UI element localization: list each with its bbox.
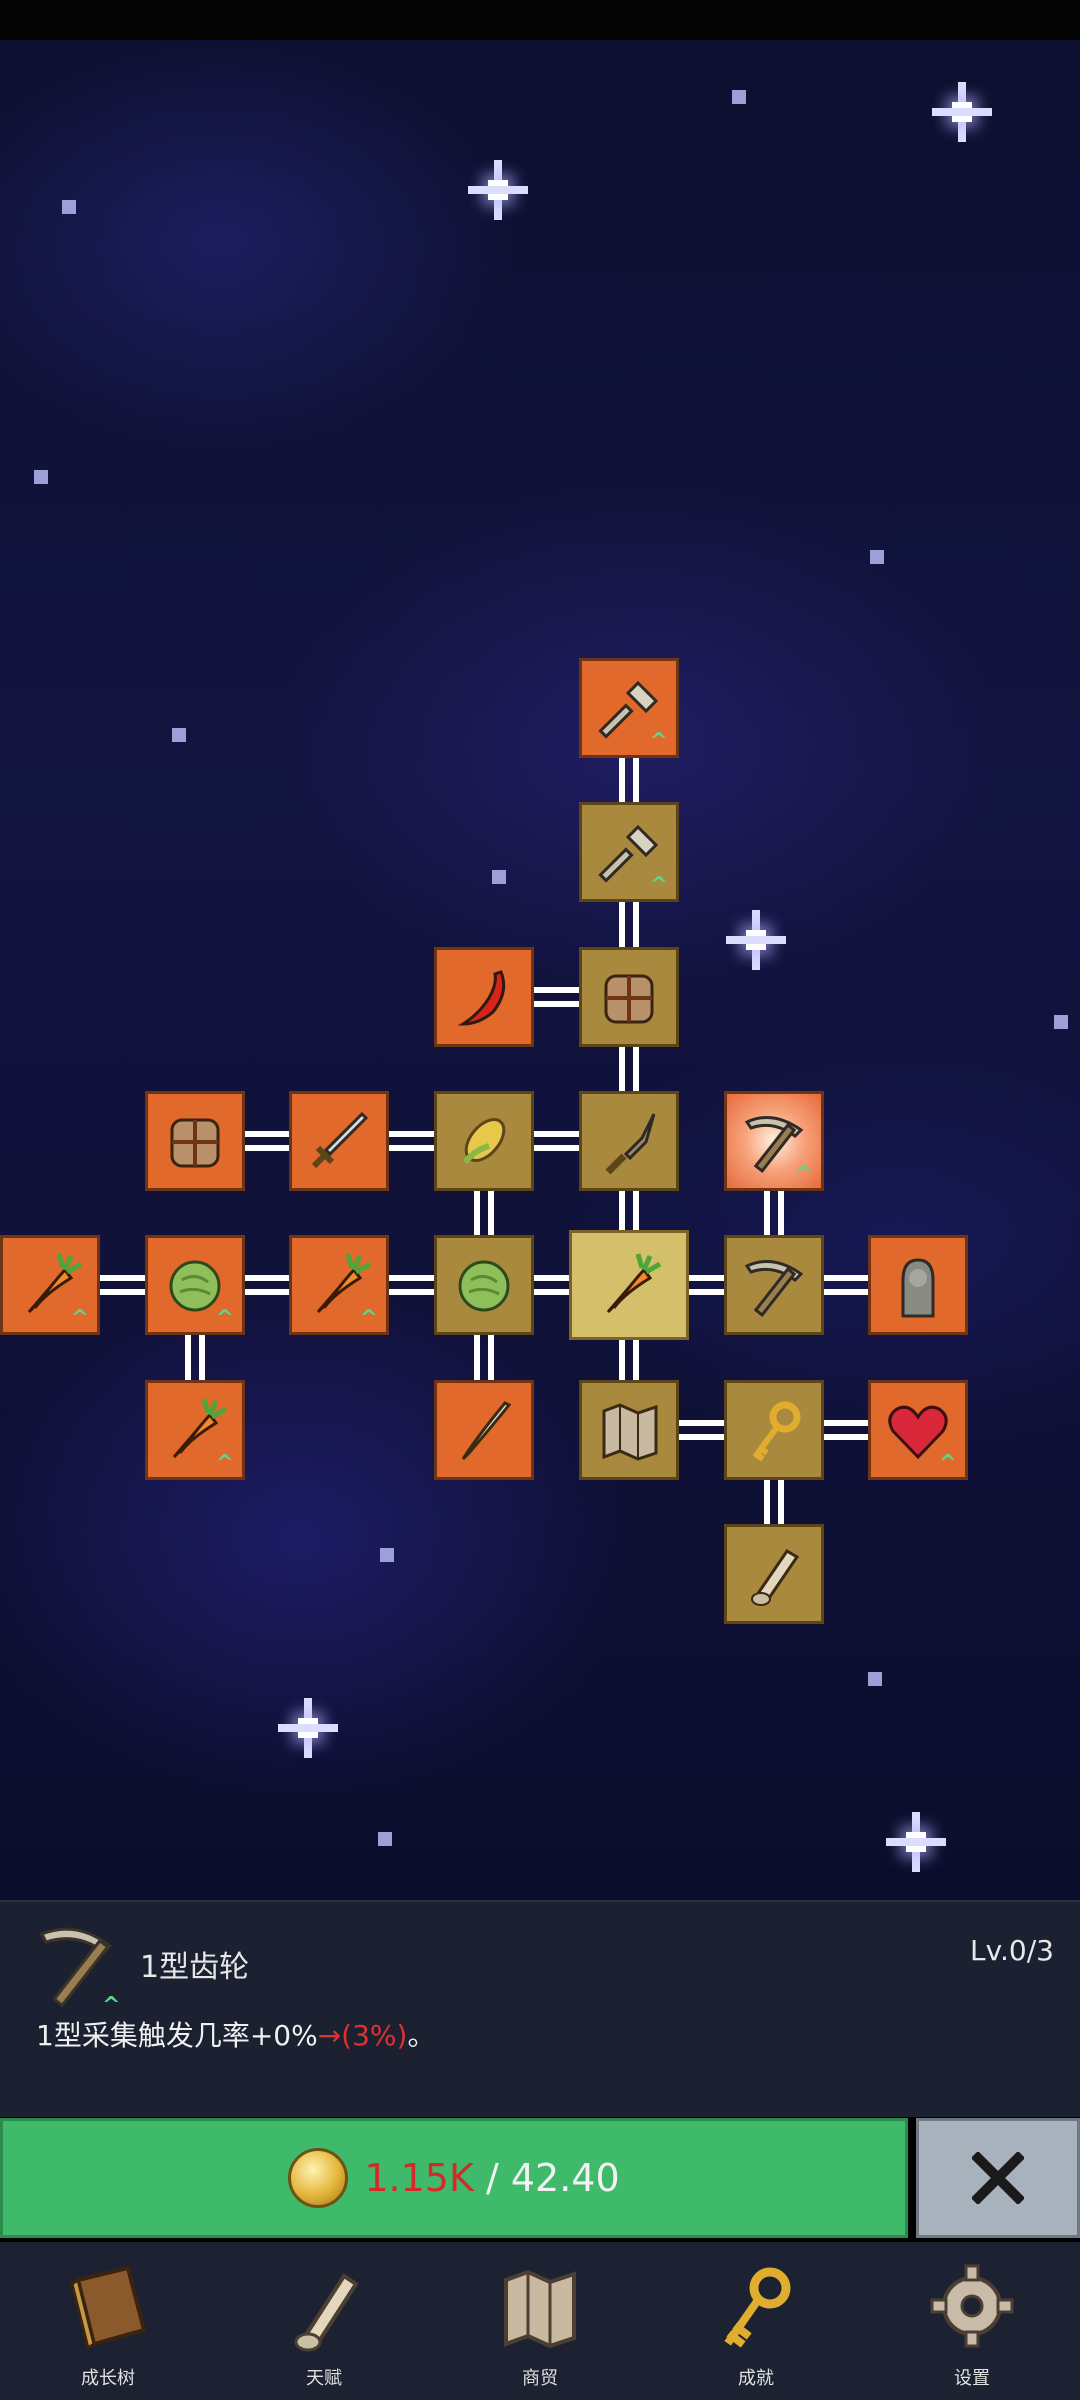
skill-node-shovel[interactable]: ^ [579,658,679,758]
root-icon [461,1401,512,1461]
skill-node-carrot[interactable] [569,1230,689,1340]
skill-node-sword[interactable] [289,1091,389,1191]
cabbage-icon [458,1260,510,1312]
gear-icon [930,2264,1014,2348]
skill-node-backpack[interactable] [579,947,679,1047]
skill-node-heart[interactable]: ^ [868,1380,968,1480]
nav-item-settings[interactable]: 设置 [864,2242,1080,2400]
nav-label: 成就 [738,2368,774,2389]
nav-label: 天赋 [306,2368,342,2389]
carrot-icon [606,1253,662,1314]
skill-info-panel: ^ 1型齿轮 Lv.0/3 1型采集触发几率+0%→(3%)。 [0,1900,1080,2117]
skill-node-cabbage[interactable] [434,1235,534,1335]
coin-balance: 42.40 [510,2156,620,2200]
upgrade-button[interactable]: 1.15K / 42.40 [0,2118,908,2238]
skill-node-dagger[interactable] [579,1091,679,1191]
skill-level: Lv.0/3 [970,1934,1054,1967]
skill-node-corn[interactable] [434,1091,534,1191]
nav-label: 设置 [954,2368,990,2389]
upgrade-arrow-icon: ^ [649,729,668,754]
backpack-icon [170,1118,220,1168]
skill-node-carrot[interactable]: ^ [0,1235,100,1335]
upgrade-arrow-icon: ^ [359,1306,378,1331]
skill-node-key[interactable] [724,1380,824,1480]
skill-description-next: →(3%) [317,2019,408,2052]
map-icon [504,2269,576,2349]
skill-node-statue[interactable] [868,1235,968,1335]
nav-item-trade[interactable]: 商贸 [432,2242,648,2400]
bottom-nav: 成长树 天赋 商贸 成就 设置 [0,2242,1080,2400]
sword-icon [311,1111,369,1169]
chili-icon [457,970,506,1026]
upgrade-arrow-icon: ^ [938,1451,957,1476]
skill-node-root[interactable] [434,1380,534,1480]
skill-description-suffix: 。 [407,2019,436,2052]
dagger-icon [605,1113,656,1175]
corn-icon [462,1118,506,1164]
scroll-icon [751,1548,800,1606]
upgrade-price: 1.15K / 42.40 [364,2156,619,2200]
pickaxe-icon: ^ [32,1916,132,2018]
skill-node-scroll[interactable] [724,1524,824,1624]
skill-description-current: 1型采集触发几率+0% [36,2019,318,2052]
nav-item-talent[interactable]: 天赋 [216,2242,432,2400]
close-button[interactable] [916,2118,1080,2238]
upgrade-cost: 1.15K [364,2156,474,2200]
nav-item-achievements[interactable]: 成就 [648,2242,864,2400]
skill-node-backpack[interactable] [145,1091,245,1191]
svg-text:^: ^ [102,1993,120,2016]
upgrade-arrow-icon: ^ [794,1162,813,1187]
upgrade-arrow-icon: ^ [215,1451,234,1476]
skill-description: 1型采集触发几率+0%→(3%)。 [36,2014,435,2054]
nav-label: 成长树 [81,2368,135,2389]
key-icon [724,2267,791,2348]
skill-node-chili[interactable] [434,947,534,1047]
skill-node-cabbage[interactable]: ^ [145,1235,245,1335]
skill-node-map[interactable] [579,1380,679,1480]
skill-node-carrot[interactable]: ^ [145,1380,245,1480]
close-icon [972,2152,1024,2204]
nav-item-growth-tree[interactable]: 成长树 [0,2242,216,2400]
scroll-icon [294,2273,359,2352]
nav-label: 商贸 [522,2368,558,2389]
book-icon [70,2265,147,2351]
coin-icon [288,2148,349,2208]
upgrade-arrow-icon: ^ [70,1306,89,1331]
price-separator: / [473,2156,511,2200]
upgrade-arrow-icon: ^ [215,1306,234,1331]
skill-node-pickaxe[interactable]: ^ [724,1091,824,1191]
statue-icon [901,1258,935,1318]
pickaxe-icon [744,1260,804,1318]
backpack-icon [604,974,654,1024]
skill-node-shovel[interactable]: ^ [579,802,679,902]
map-icon [602,1403,658,1461]
skill-name: 1型齿轮 [140,1950,250,1985]
skill-tree: ^ ^ ^ ^ ^ ^ ^ ^ [0,0,1080,1860]
upgrade-arrow-icon: ^ [649,873,668,898]
skill-node-carrot[interactable]: ^ [289,1235,389,1335]
skill-node-pickaxe[interactable] [724,1235,824,1335]
key-icon [752,1401,801,1462]
